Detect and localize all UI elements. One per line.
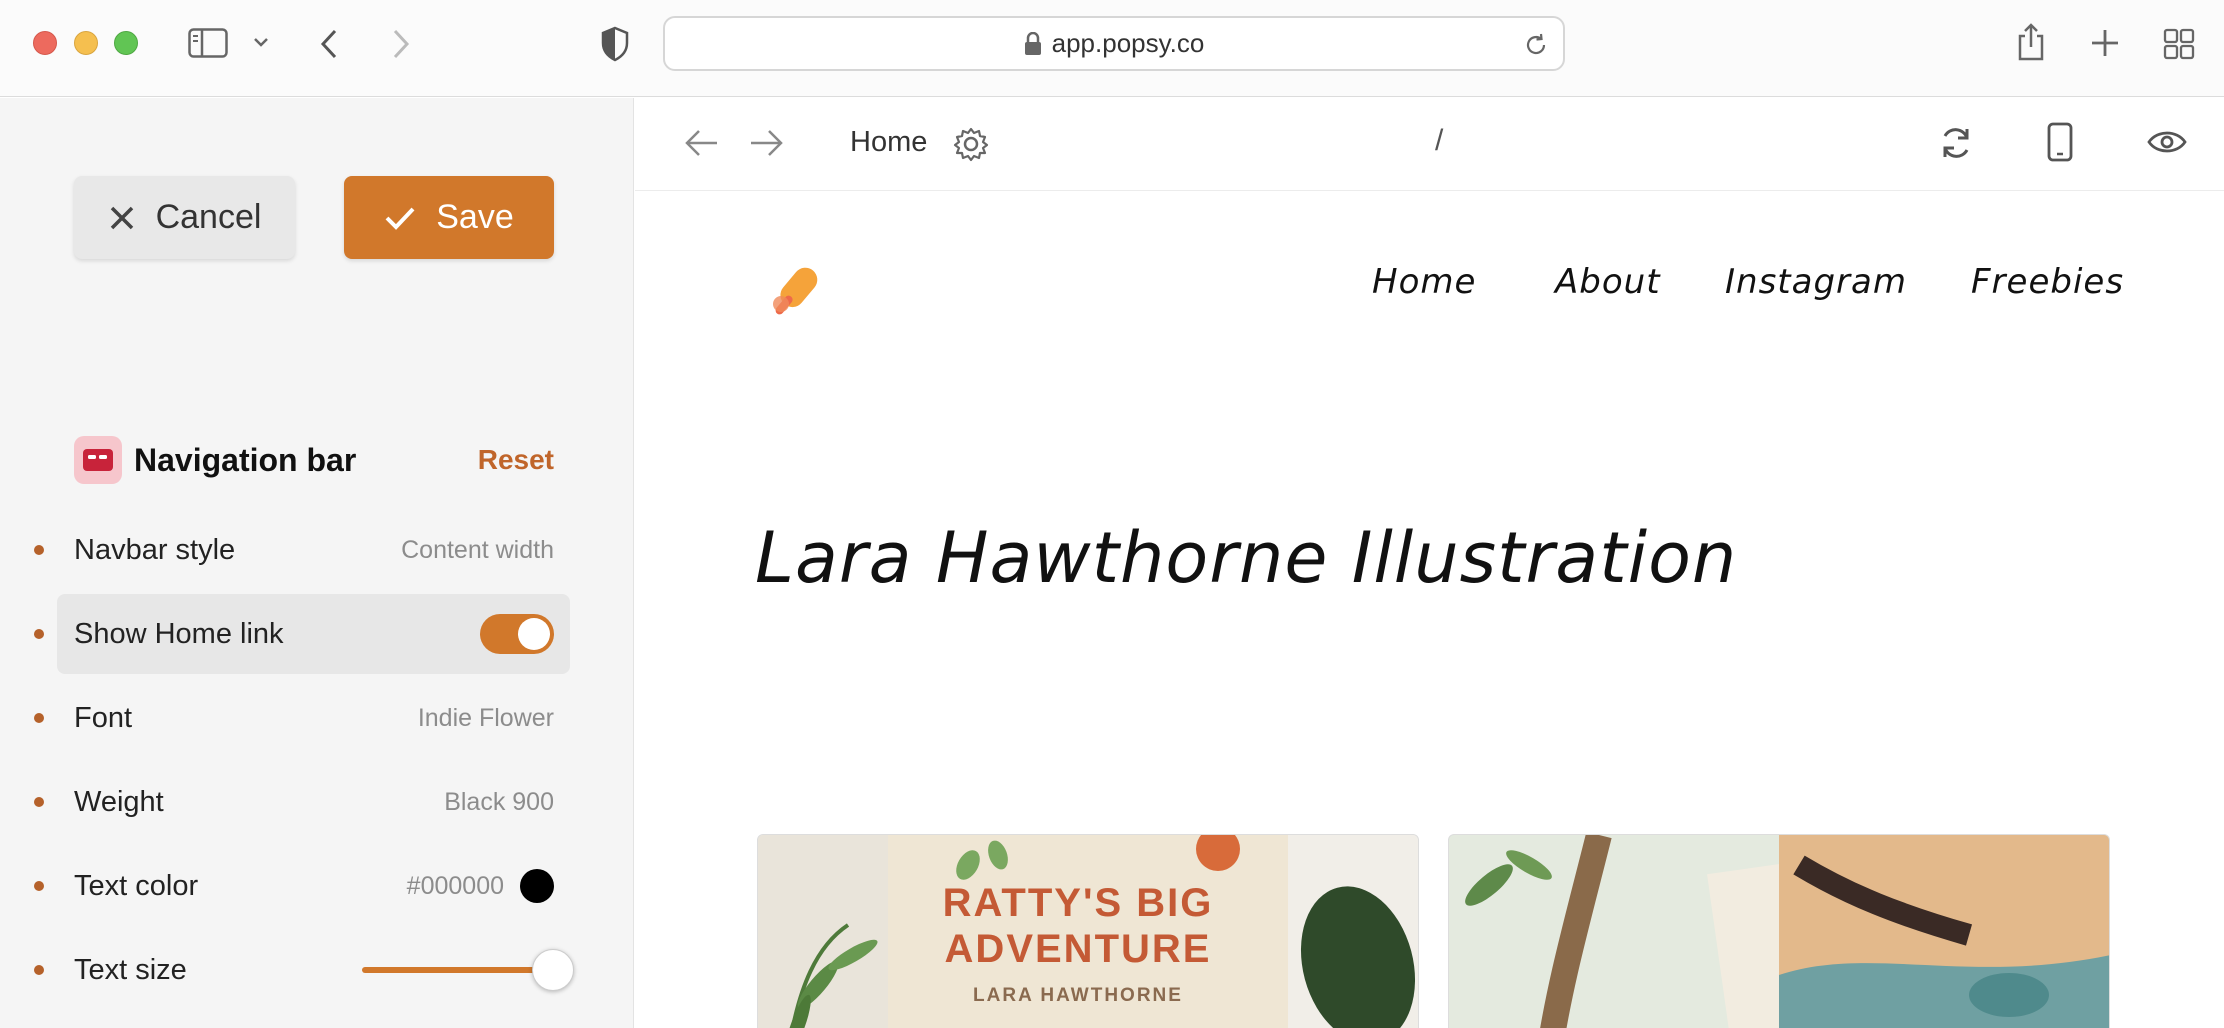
save-label: Save: [436, 198, 514, 236]
text-size-slider-handle[interactable]: [532, 949, 574, 991]
section-header: Navigation bar Reset: [74, 436, 554, 484]
bullet: [34, 713, 44, 723]
setting-label: Font: [74, 701, 133, 734]
reload-icon[interactable]: [1523, 32, 1549, 58]
mobile-preview-icon[interactable]: [2047, 122, 2073, 162]
setting-label: Show Home link: [74, 617, 284, 650]
close-icon: [110, 206, 133, 229]
settings-sidebar: Cancel Save Navigation bar Reset Navbar …: [0, 98, 634, 1028]
sidebar-toggle-icon[interactable]: [188, 28, 228, 58]
page-path: /: [1435, 124, 1444, 157]
page-settings-gear-icon[interactable]: [953, 126, 989, 162]
chevron-down-icon[interactable]: [252, 36, 270, 48]
setting-value: Content width: [401, 535, 554, 564]
section-title: Navigation bar: [134, 441, 357, 478]
navbar-icon: [74, 436, 122, 484]
setting-row-text-color[interactable]: Text color #000000: [0, 846, 634, 926]
portfolio-card[interactable]: [1448, 834, 2110, 1028]
new-tab-icon[interactable]: [2090, 28, 2120, 58]
site-nav-freebies[interactable]: Freebies: [1971, 262, 2124, 302]
url-text: app.popsy.co: [1051, 28, 1205, 58]
preview-forward-icon[interactable]: [747, 128, 785, 158]
preview-toolbar: Home /: [635, 98, 2224, 191]
site-nav-instagram[interactable]: Instagram: [1725, 262, 1907, 302]
close-window-button[interactable]: [33, 31, 57, 55]
setting-label: Weight: [74, 785, 164, 818]
setting-row-weight[interactable]: Weight Black 900: [0, 762, 634, 842]
setting-row-navbar-style[interactable]: Navbar style Content width: [0, 510, 634, 590]
tab-overview-icon[interactable]: [2163, 28, 2195, 60]
eye-icon[interactable]: [2147, 128, 2187, 156]
site-preview: Home About Instagram Freebies Lara Hawth…: [635, 192, 2224, 1028]
preview-back-icon[interactable]: [683, 128, 721, 158]
setting-row-show-home-link[interactable]: Show Home link: [0, 594, 634, 674]
cancel-button[interactable]: Cancel: [74, 176, 295, 259]
cancel-label: Cancel: [155, 198, 262, 236]
zoom-window-button[interactable]: [114, 31, 138, 55]
setting-label: Text size: [74, 953, 187, 986]
book-cover-title: RATTY'S BIG ADVENTURE: [942, 881, 1214, 971]
save-button[interactable]: Save: [344, 176, 554, 259]
address-bar[interactable]: app.popsy.co: [663, 16, 1565, 71]
portfolio-card[interactable]: RATTY'S BIG ADVENTURE LARA HAWTHORNE: [757, 834, 1419, 1028]
bullet: [34, 797, 44, 807]
page-name[interactable]: Home: [850, 126, 927, 159]
site-title: Lara Hawthorne Illustration: [755, 517, 1738, 599]
share-icon[interactable]: [2016, 22, 2046, 62]
book-spread-illustration: [1449, 835, 2109, 1028]
setting-label: Text color: [74, 869, 199, 902]
lock-icon: [1024, 31, 1041, 55]
reset-button[interactable]: Reset: [478, 444, 554, 476]
minimize-window-button[interactable]: [74, 31, 98, 55]
privacy-shield-icon[interactable]: [600, 26, 630, 62]
setting-row-text-size[interactable]: Text size: [0, 930, 634, 1010]
back-icon[interactable]: [318, 28, 340, 60]
browser-toolbar: app.popsy.co: [0, 0, 2224, 97]
setting-value: #000000: [406, 871, 504, 900]
checkmark-icon: [385, 207, 415, 230]
setting-row-font[interactable]: Font Indie Flower: [0, 678, 634, 758]
bullet: [34, 629, 44, 639]
color-swatch[interactable]: [520, 869, 554, 903]
site-nav-home[interactable]: Home: [1372, 262, 1476, 302]
setting-label: Navbar style: [74, 533, 236, 566]
book-cover-author: LARA HAWTHORNE: [973, 985, 1183, 1006]
bullet: [34, 965, 44, 975]
setting-value: Indie Flower: [417, 703, 554, 732]
show-home-link-toggle[interactable]: [480, 614, 554, 654]
forward-icon[interactable]: [390, 28, 412, 60]
bullet: [34, 545, 44, 555]
bullet: [34, 881, 44, 891]
setting-value: Black 900: [444, 787, 554, 816]
text-size-slider-track[interactable]: [362, 967, 552, 973]
popsicle-logo-icon[interactable]: [765, 262, 825, 327]
site-nav-about[interactable]: About: [1555, 262, 1661, 302]
refresh-preview-icon[interactable]: [1937, 124, 1975, 162]
